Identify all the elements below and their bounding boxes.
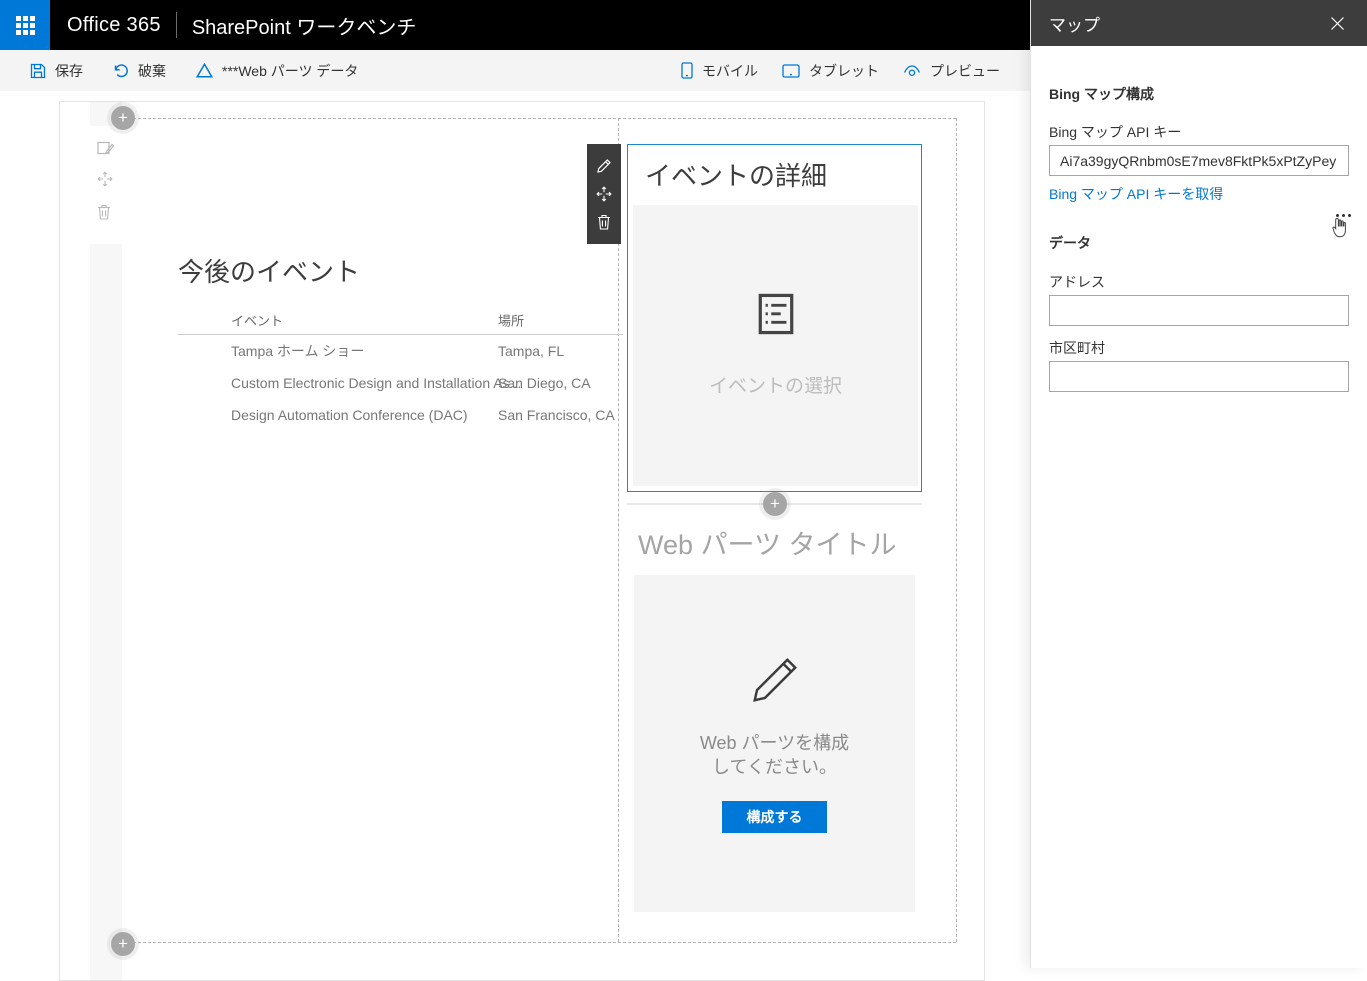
map-webpart-placeholder: Web パーツを構成 してください。 構成する xyxy=(634,575,915,912)
webpart-toolbar xyxy=(587,144,621,244)
property-pane-title: マップ xyxy=(1049,11,1100,36)
edit-section-icon[interactable] xyxy=(97,140,114,156)
mobile-icon xyxy=(681,62,693,79)
table-row[interactable]: Custom Electronic Design and Installatio… xyxy=(178,367,623,399)
close-icon[interactable] xyxy=(1326,12,1349,35)
city-input[interactable] xyxy=(1049,361,1349,392)
event-cell: Custom Electronic Design and Installatio… xyxy=(231,375,521,391)
property-pane-header: マップ xyxy=(1031,0,1367,46)
webpart-data-button[interactable]: ***Web パーツ データ xyxy=(196,61,358,81)
save-button[interactable]: 保存 xyxy=(30,61,83,81)
details-webpart-title: イベントの詳細 xyxy=(645,156,827,193)
save-icon xyxy=(30,63,46,79)
column-header-event: イベント xyxy=(231,310,283,329)
document-list-icon xyxy=(758,293,794,335)
configure-button[interactable]: 構成する xyxy=(722,801,827,833)
waffle-icon xyxy=(16,16,35,35)
discard-button[interactable]: 破棄 xyxy=(113,61,166,81)
move-webpart-icon[interactable] xyxy=(596,186,612,202)
location-cell: San Francisco, CA xyxy=(498,407,615,423)
plus-icon: + xyxy=(118,934,128,954)
location-cell: Tampa, FL xyxy=(498,343,564,359)
column-header-location: 場所 xyxy=(498,310,524,329)
preview-button[interactable]: プレビュー xyxy=(903,61,1000,81)
undo-icon xyxy=(113,63,129,79)
get-api-key-link[interactable]: Bing マップ API キーを取得 xyxy=(1049,184,1223,204)
discard-label: 破棄 xyxy=(138,61,166,81)
mobile-label: モバイル xyxy=(702,61,758,81)
workbench-title: SharePoint ワークベンチ xyxy=(192,11,417,40)
plus-icon: + xyxy=(770,494,780,514)
brand-label: Office 365 xyxy=(67,14,161,37)
location-cell: San Diego, CA xyxy=(498,375,591,391)
events-webpart-title: 今後のイベント xyxy=(178,252,360,289)
select-event-label: イベントの選択 xyxy=(709,371,842,398)
preview-label: プレビュー xyxy=(930,61,1000,81)
app-launcher-button[interactable] xyxy=(0,0,50,50)
add-section-button-bottom[interactable]: + xyxy=(111,932,135,956)
mouse-cursor-hand-icon xyxy=(1330,217,1350,239)
suite-bar-divider xyxy=(176,12,177,38)
workbench-canvas: + + 今後のイベント イベント 場所 Tampa ホーム ショー Tampa,… xyxy=(59,101,985,981)
event-cell: Tampa ホーム ショー xyxy=(231,341,364,361)
api-key-input[interactable] xyxy=(1049,145,1349,176)
delete-section-icon[interactable] xyxy=(97,204,111,220)
data-section-heading: データ xyxy=(1049,233,1091,253)
api-key-label: Bing マップ API キー xyxy=(1049,122,1181,142)
more-options-icon[interactable] xyxy=(1334,212,1353,219)
warning-triangle-icon xyxy=(196,63,213,78)
table-row[interactable]: Design Automation Conference (DAC) San F… xyxy=(178,399,623,431)
events-table: イベント 場所 Tampa ホーム ショー Tampa, FL Custom E… xyxy=(178,310,623,431)
add-section-button-top[interactable]: + xyxy=(111,106,135,130)
section-border-right xyxy=(956,118,957,942)
city-label: 市区町村 xyxy=(1049,338,1105,358)
configure-message-line2: してください。 xyxy=(634,755,915,779)
section-border-top xyxy=(123,118,956,119)
edit-webpart-icon[interactable] xyxy=(596,158,612,174)
tablet-label: タブレット xyxy=(809,61,879,81)
mobile-preview-button[interactable]: モバイル xyxy=(681,61,758,81)
address-input[interactable] xyxy=(1049,295,1349,326)
configure-message-line1: Web パーツを構成 xyxy=(634,731,915,755)
bing-config-heading: Bing マップ構成 xyxy=(1049,84,1154,104)
event-details-webpart[interactable]: イベントの詳細 イベントの選択 xyxy=(627,144,922,492)
table-row[interactable]: Tampa ホーム ショー Tampa, FL xyxy=(178,335,623,367)
events-table-header: イベント 場所 xyxy=(178,310,623,335)
section-border-bottom xyxy=(123,942,956,943)
save-label: 保存 xyxy=(55,61,83,81)
move-section-icon[interactable] xyxy=(97,171,113,187)
configure-message: Web パーツを構成 してください。 xyxy=(634,731,915,779)
event-cell: Design Automation Conference (DAC) xyxy=(231,407,468,423)
suite-bar: Office 365 SharePoint ワークベンチ xyxy=(0,0,1030,50)
delete-webpart-icon[interactable] xyxy=(597,214,611,230)
add-webpart-button[interactable]: + xyxy=(763,492,787,516)
pencil-icon xyxy=(748,653,802,707)
sharepoint-workbench: { "top_bar": { "brand": "Office 365", "a… xyxy=(0,0,1367,968)
plus-icon: + xyxy=(118,108,128,128)
tablet-icon xyxy=(782,64,800,78)
webpart-data-label: ***Web パーツ データ xyxy=(222,61,358,81)
command-bar: 保存 破棄 ***Web パーツ データ モバイル タブレット プレビュー xyxy=(0,50,1030,91)
preview-eye-icon xyxy=(903,64,921,77)
tablet-preview-button[interactable]: タブレット xyxy=(782,61,879,81)
details-placeholder: イベントの選択 xyxy=(633,205,918,486)
property-pane: マップ Bing マップ構成 Bing マップ API キー Bing マップ … xyxy=(1030,0,1367,968)
address-label: アドレス xyxy=(1049,272,1105,292)
map-webpart-title: Web パーツ タイトル xyxy=(638,523,897,562)
